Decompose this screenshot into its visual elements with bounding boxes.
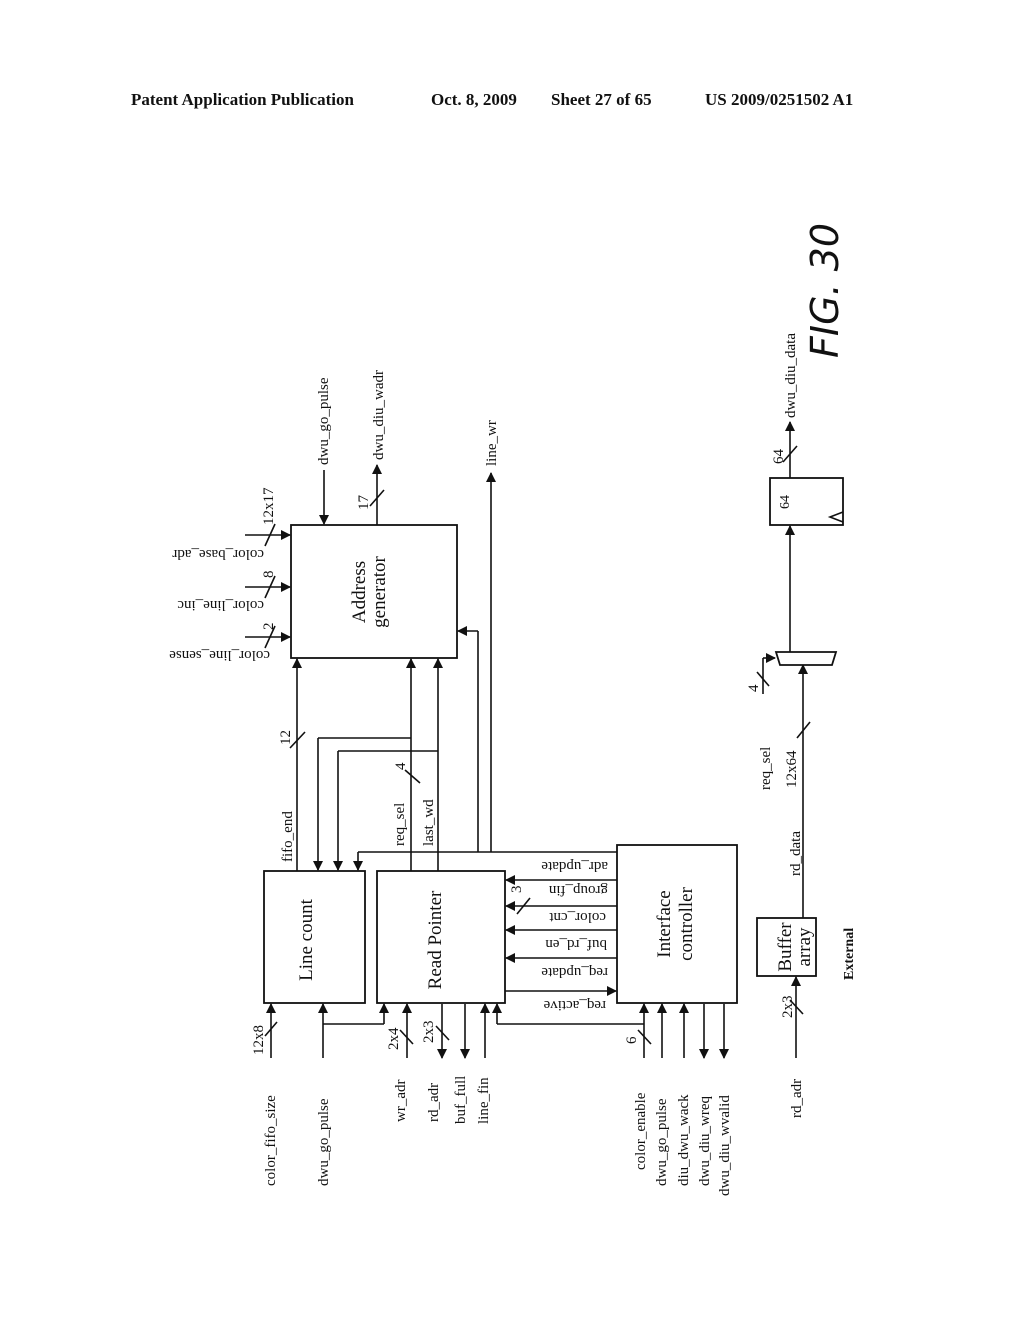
external-label: External: [842, 928, 857, 980]
label-dwu-go-pulse-controller: dwu_go_pulse: [654, 1098, 670, 1186]
width-4-mux: 4: [746, 684, 762, 692]
multiplexer: [774, 651, 838, 666]
label-dwu-go-pulse-bottom: dwu_go_pulse: [316, 1098, 332, 1186]
buffer-array-label-2: array: [794, 927, 815, 967]
width-12x64: 12x64: [784, 750, 800, 788]
signal-req-update: req_update: [505, 953, 617, 980]
width-2x4: 2x4: [386, 1027, 402, 1050]
line-count-label: Line count: [296, 898, 317, 981]
width-8: 8: [261, 571, 277, 579]
width-2: 2: [261, 623, 277, 631]
signal-color-enable: 6 color_enable: [492, 1003, 652, 1170]
signal-dwu-go-pulse-top: dwu_go_pulse: [316, 377, 332, 525]
label-color-fifo-size: color_fifo_size: [263, 1095, 279, 1186]
signal-dwu-go-pulse-line-count: dwu_go_pulse: [316, 1003, 389, 1186]
label-rd-adr-buffer: rd_adr: [789, 1079, 805, 1118]
address-generator-label-2: generator: [369, 555, 390, 627]
signal-rd-adr: 2x3 rd_adr: [421, 1004, 450, 1122]
label-color-line-sense: color_line_sense: [169, 647, 270, 663]
label-dwu-diu-wreq: dwu_diu_wreq: [697, 1096, 713, 1186]
signal-req-sel-mux: 4 req_sel: [746, 653, 776, 790]
signal-line-wr: line_wr: [484, 420, 500, 852]
buffer-array-label-1: Buffer: [775, 922, 796, 972]
label-fifo-end: fifo_end: [280, 811, 296, 862]
label-line-fin: line_fin: [476, 1077, 492, 1124]
signal-rd-data: 12x64 rd_data: [784, 664, 811, 918]
label-group-fin: group_fin: [548, 882, 608, 898]
width-4: 4: [393, 762, 409, 770]
label-req-sel: req_sel: [392, 803, 408, 846]
signal-buf-rd-en: buf_rd_en: [505, 925, 617, 952]
block-diagram: Address generator 12x17 color_base_adr 8…: [169, 223, 857, 1196]
label-last-wd: last_wd: [421, 799, 437, 846]
width-12x17: 12x17: [261, 487, 277, 525]
label-req-sel-mux: req_sel: [758, 747, 774, 790]
input-color-line-sense: 2 color_line_sense: [169, 623, 291, 663]
width-6: 6: [624, 1036, 640, 1044]
label-adr-update: adr_update: [541, 858, 608, 874]
interface-controller-label-2: controller: [676, 886, 697, 961]
signal-dwu-diu-wadr: 17 dwu_diu_wadr: [356, 370, 387, 525]
signal-dwu-go-pulse-controller: dwu_go_pulse: [654, 1003, 670, 1186]
signal-buf-full: buf_full: [453, 1004, 470, 1124]
signal-adr-update-to-address-generator: [457, 626, 479, 852]
label-dwu-go-pulse-top: dwu_go_pulse: [316, 377, 332, 465]
width-17: 17: [356, 495, 372, 511]
input-color-base-adr: 12x17 color_base_adr: [172, 487, 291, 562]
register-width-label: 64: [778, 495, 793, 509]
signal-req-sel: 4 req_sel: [313, 658, 421, 871]
signal-req-active: req_active: [505, 986, 617, 1013]
width-2x3: 2x3: [421, 1021, 437, 1044]
label-color-enable: color_enable: [633, 1092, 649, 1170]
width-12x8: 12x8: [251, 1025, 267, 1055]
label-line-wr: line_wr: [484, 420, 500, 466]
read-pointer-label: Read Pointer: [425, 890, 446, 989]
signal-dwu-diu-data: 64 dwu_diu_data: [771, 333, 799, 478]
label-buf-full: buf_full: [453, 1076, 469, 1124]
signal-last-wd: last_wd: [333, 658, 443, 871]
input-color-line-inc: 8 color_line_inc: [177, 571, 291, 613]
signal-dwu-diu-wreq: dwu_diu_wreq: [697, 1004, 713, 1186]
signal-wr-adr: 2x4 wr_adr: [386, 1003, 414, 1122]
signal-dwu-diu-wvalid: dwu_diu_wvalid: [717, 1004, 733, 1196]
address-generator-label-1: Address: [349, 561, 370, 623]
label-rd-adr: rd_adr: [426, 1083, 442, 1122]
interface-controller-label-1: Interface: [654, 890, 675, 958]
label-color-cnt: color_cnt: [549, 909, 606, 925]
width-3: 3: [509, 886, 525, 894]
label-diu-dwu-wack: diu_dwu_wack: [676, 1094, 692, 1186]
signal-color-fifo-size: 12x8 color_fifo_size: [251, 1003, 279, 1186]
label-buf-rd-en: buf_rd_en: [545, 936, 607, 952]
signal-fifo-end: 12 fifo_end: [278, 658, 306, 871]
signal-diu-dwu-wack: diu_dwu_wack: [676, 1003, 692, 1186]
label-dwu-diu-data: dwu_diu_data: [783, 333, 799, 418]
label-req-update: req_update: [541, 964, 608, 980]
label-wr-adr: wr_adr: [393, 1080, 409, 1122]
label-dwu-diu-wvalid: dwu_diu_wvalid: [717, 1095, 733, 1196]
signal-rd-adr-buffer: 2x3 rd_adr: [780, 976, 805, 1118]
label-dwu-diu-wadr: dwu_diu_wadr: [371, 370, 387, 460]
label-rd-data: rd_data: [788, 831, 804, 876]
label-color-line-inc: color_line_inc: [177, 597, 264, 613]
signal-line-fin: line_fin: [476, 1003, 492, 1124]
label-color-base-adr: color_base_adr: [172, 546, 264, 562]
figure-label: FIG. 30: [803, 223, 847, 358]
width-2x3-buffer: 2x3: [780, 996, 796, 1019]
label-req-active: req_active: [543, 997, 606, 1013]
width-64-out: 64: [771, 449, 787, 465]
width-12: 12: [278, 730, 294, 745]
